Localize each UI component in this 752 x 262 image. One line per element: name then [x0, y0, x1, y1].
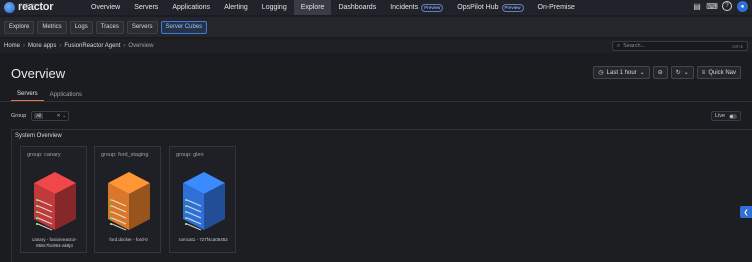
nav-item-label: Overview: [91, 4, 121, 11]
tab-applications[interactable]: Applications: [44, 88, 88, 101]
zoom-out-button[interactable]: ⊖: [652, 66, 668, 79]
help-icon[interactable]: ?: [722, 1, 732, 11]
breadcrumb-bar: Home › More apps › FusionReactor Agent › Overv…: [0, 39, 752, 53]
group-select[interactable]: All ✕ ⌄: [31, 111, 70, 121]
nav-item-alerting[interactable]: Alerting: [217, 0, 255, 15]
tabs-divider: [0, 101, 752, 102]
refresh-button[interactable]: ↻ ⌄: [670, 66, 694, 79]
time-range-picker[interactable]: ◷ Last 1 hour ⌄: [593, 66, 650, 79]
subtab-logs[interactable]: Logs: [69, 20, 93, 34]
clear-icon[interactable]: ✕ ⌄: [57, 113, 67, 119]
server-card[interactable]: group: canary canary - fusionreactor-858…: [20, 146, 87, 253]
subtab-metrics[interactable]: Metrics: [37, 20, 67, 34]
server-card[interactable]: group: glen tomcat1 - 727f4ca05452: [169, 146, 236, 253]
breadcrumb-separator-icon: ›: [23, 43, 26, 49]
panel-title: System Overview: [15, 133, 62, 139]
page-title: Overview: [11, 66, 66, 81]
group-filter: Group All ✕ ⌄: [11, 111, 70, 121]
subtab-servers[interactable]: Servers: [126, 20, 158, 34]
nav-item-label: Explore: [300, 4, 325, 11]
server-card[interactable]: group: ford_staging ford.docker - ford-0: [94, 146, 161, 253]
nav-item-label: On-Premise: [537, 4, 575, 11]
nav-items: Overview Servers Applications Alerting Loggi…: [84, 0, 582, 15]
server-group-label: group: ford_staging: [101, 152, 149, 158]
nav-item-incidents[interactable]: Incidents Preview: [383, 0, 450, 15]
menu-icon: ≡: [701, 69, 706, 76]
refresh-icon: ↻: [675, 70, 681, 76]
clock-icon: ◷: [598, 70, 604, 76]
side-panel-toggle-icon[interactable]: ❮: [740, 206, 752, 218]
server-name: canary - fusionreactor-858c7bc864-ak9j4: [31, 237, 78, 248]
view-tabs: Servers Applications: [11, 88, 88, 101]
nav-item-opspilot-hub[interactable]: OpsPilot Hub Preview: [450, 0, 530, 15]
breadcrumb-item[interactable]: More apps: [28, 43, 56, 49]
tab-servers[interactable]: Servers: [11, 88, 44, 101]
quick-nav-button[interactable]: ≡ Quick Nav: [696, 66, 741, 79]
breadcrumb-item: Overview: [128, 43, 154, 49]
nav-item-label: Logging: [261, 4, 287, 11]
nav-item-label: Alerting: [224, 4, 248, 11]
logo-mark-icon: [4, 2, 15, 13]
subtab-explore[interactable]: Explore: [4, 20, 35, 34]
breadcrumb-separator-icon: ›: [123, 43, 126, 49]
group-label: Group: [11, 113, 27, 119]
breadcrumb-item[interactable]: Home: [4, 43, 20, 49]
server-name: tomcat1 - 727f4ca05452: [179, 237, 228, 242]
server-cube-icon[interactable]: [32, 170, 78, 237]
chevron-down-icon: ⌄: [683, 70, 689, 76]
page-controls: ◷ Last 1 hour ⌄ ⊖ ↻ ⌄ ≡ Quick Nav: [593, 66, 741, 79]
server-cube-icon[interactable]: [181, 170, 227, 237]
preview-badge: Preview: [501, 3, 524, 12]
nav-item-applications[interactable]: Applications: [165, 0, 217, 15]
live-toggle[interactable]: Live: [711, 111, 741, 121]
breadcrumb: Home › More apps › FusionReactor Agent › Overv…: [4, 43, 153, 49]
search-input[interactable]: ⌕ Search... ctrl+k: [612, 41, 748, 51]
chevron-down-icon: ⌄: [639, 70, 645, 76]
nav-item-label: OpsPilot Hub: [457, 4, 499, 11]
subtab-server-cubes[interactable]: Server Cubes: [160, 20, 208, 34]
breadcrumb-separator-icon: ›: [59, 43, 62, 49]
nav-item-servers[interactable]: Servers: [127, 0, 165, 15]
top-icons: ▤ ⌨ ? ●: [692, 1, 748, 12]
toggle-switch-icon: [729, 113, 737, 119]
subtab-traces[interactable]: Traces: [95, 20, 124, 34]
server-name: ford.docker - ford-0: [109, 237, 148, 242]
nav-item-on-premise[interactable]: On-Premise: [531, 0, 582, 15]
search-icon: ⌕: [617, 42, 621, 49]
preview-badge: Preview: [421, 3, 444, 12]
nav-item-label: Incidents: [390, 4, 419, 11]
nav-item-explore[interactable]: Explore: [293, 0, 332, 15]
top-navigation: FUSION reactor Overview Servers Application…: [0, 0, 752, 15]
zoom-out-icon: ⊖: [657, 70, 663, 76]
nav-item-label: Servers: [134, 4, 159, 11]
server-group-label: group: glen: [176, 152, 204, 158]
nav-item-label: Applications: [172, 4, 211, 11]
keyboard-icon[interactable]: ⌨: [706, 1, 718, 11]
nav-item-logging[interactable]: Logging: [255, 0, 294, 15]
nav-item-overview[interactable]: Overview: [84, 0, 127, 15]
system-overview-panel: System Overview group: canary canary - f…: [11, 129, 752, 262]
nav-item-dashboards[interactable]: Dashboards: [331, 0, 383, 15]
fusionreactor-logo[interactable]: FUSION reactor: [4, 0, 74, 15]
group-chip: All: [34, 113, 44, 119]
chat-icon[interactable]: ▤: [692, 1, 702, 11]
sub-navigation: Explore Metrics Logs Traces Servers Server Cu…: [0, 17, 752, 37]
server-cube-icon[interactable]: [106, 170, 152, 237]
user-avatar[interactable]: ●: [737, 1, 748, 12]
breadcrumb-item[interactable]: FusionReactor Agent: [64, 43, 120, 49]
nav-item-label: Dashboards: [338, 4, 377, 11]
server-group-label: group: canary: [27, 152, 61, 158]
